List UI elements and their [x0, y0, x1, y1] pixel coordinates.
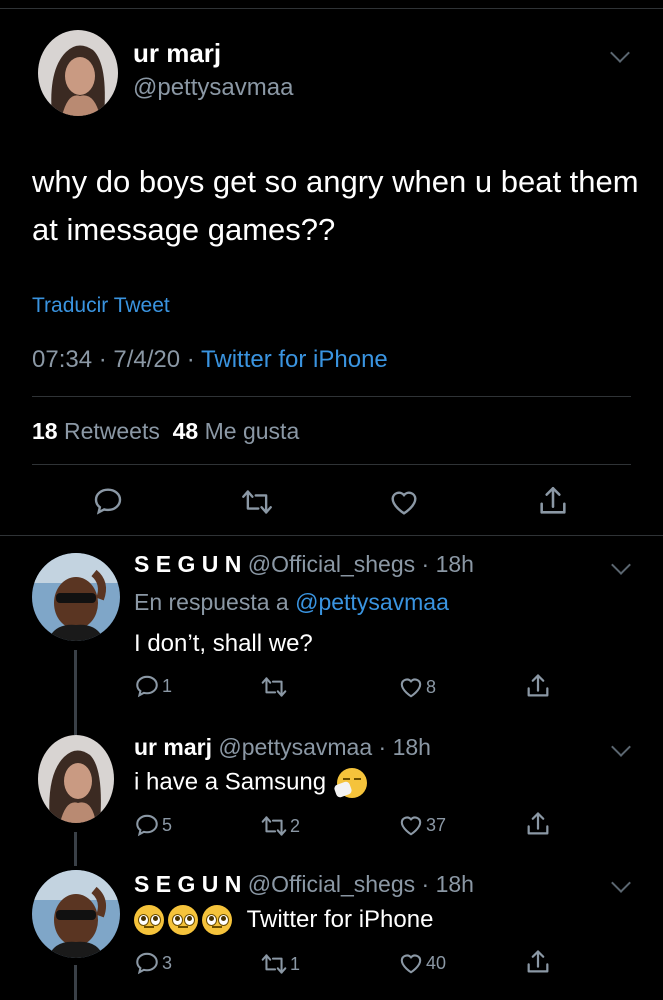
reply-author-name[interactable]: ur marj [134, 734, 212, 760]
chevron-down-icon[interactable] [610, 43, 630, 63]
author-handle[interactable]: @pettysavmaa [133, 74, 293, 102]
top-divider [0, 8, 663, 9]
reply-header: S E G U N @Official_shegs · 18h [134, 551, 474, 577]
reply-context: En respuesta a @pettysavmaa [134, 589, 449, 615]
share-button[interactable] [524, 948, 552, 976]
heart-icon [400, 678, 422, 698]
reply-icon [136, 675, 158, 698]
tweet-stats: 18 Retweets 48 Me gusta [32, 418, 299, 445]
reply-age: 18h [435, 551, 474, 577]
thread-line [74, 713, 77, 735]
reply-count: 3 [162, 952, 173, 973]
chevron-down-icon[interactable] [611, 873, 631, 893]
retweet-icon [261, 954, 287, 974]
sneezing-face-emoji [333, 768, 367, 799]
retweet-count: 2 [290, 815, 301, 836]
avatar[interactable] [38, 735, 114, 823]
share-button[interactable] [536, 484, 570, 518]
like-count: 8 [426, 676, 437, 697]
retweet-button[interactable] [240, 487, 274, 517]
reply-icon [136, 814, 158, 837]
reply-button[interactable]: 1 [134, 673, 172, 699]
stats-divider-top [32, 396, 631, 397]
reply-author-handle[interactable]: @Official_shegs [248, 871, 415, 897]
reply-author-handle[interactable]: @Official_shegs [248, 551, 415, 577]
share-button[interactable] [524, 810, 552, 838]
reply-text: Twitter for iPhone [246, 905, 434, 933]
reply-text: I don’t, shall we? [134, 630, 313, 657]
like-button[interactable]: 8 [398, 674, 436, 700]
reply-count: 1 [162, 675, 173, 696]
reply-header: ur marj @pettysavmaa · 18h [134, 734, 431, 760]
thread-line [74, 965, 77, 1000]
chevron-down-icon[interactable] [611, 555, 631, 575]
like-button[interactable] [388, 486, 420, 518]
tweet-time: 07:34 [32, 346, 93, 373]
reply-author-handle[interactable]: @pettysavmaa [218, 734, 372, 760]
avatar[interactable] [38, 30, 118, 116]
tweet-meta: 07:34 · 7/4/20 · Twitter for iPhone [32, 346, 388, 373]
translate-link[interactable]: Traducir Tweet [32, 294, 170, 318]
avatar[interactable] [32, 553, 120, 641]
share-icon [527, 812, 549, 835]
retweet-count: 1 [290, 953, 301, 974]
reply-icon [136, 952, 158, 975]
reply-age: 18h [392, 734, 431, 760]
retweet-icon [261, 677, 287, 697]
reply-author-name[interactable]: S E G U N [134, 871, 241, 897]
replies-divider [0, 535, 663, 536]
reply-header: S E G U N @Official_shegs · 18h [134, 871, 474, 897]
reply-count: 5 [162, 814, 173, 835]
reply-text-row: Twitter for iPhone [134, 903, 433, 936]
heart-icon [400, 816, 422, 836]
reply-button[interactable]: 5 [134, 812, 172, 838]
reply-button[interactable] [92, 485, 124, 517]
share-icon [540, 486, 566, 514]
heart-icon [400, 954, 422, 974]
eye-roll-emoji [134, 904, 164, 935]
reply-text: i have a Samsung [134, 768, 327, 796]
reply-text-row: i have a Samsung [134, 768, 367, 799]
stats-divider-bottom [32, 464, 631, 465]
share-icon [527, 674, 549, 697]
retweet-button[interactable] [260, 675, 290, 699]
reply-to-handle-link[interactable]: @pettysavmaa [295, 589, 449, 615]
reply-age: 18h [435, 871, 474, 897]
reply-button[interactable]: 3 [134, 950, 172, 976]
retweet-icon [261, 816, 287, 836]
tweet-date: 7/4/20 [113, 346, 181, 373]
chevron-down-icon[interactable] [611, 737, 631, 757]
tweet-text: why do boys get so angry when u beat the… [32, 164, 639, 247]
author-name[interactable]: ur marj [133, 38, 221, 69]
thread-line [74, 832, 77, 866]
eye-roll-emoji [202, 904, 232, 935]
avatar[interactable] [32, 870, 120, 958]
reply-icon [94, 488, 122, 515]
share-button[interactable] [524, 672, 552, 700]
like-button[interactable]: 37 [398, 812, 446, 838]
retweet-icon [242, 490, 272, 514]
retweets-stat[interactable]: 18 Retweets [32, 418, 160, 444]
client-link[interactable]: Twitter for iPhone [201, 346, 388, 373]
heart-icon [391, 491, 417, 515]
retweet-button[interactable]: 1 [260, 952, 300, 976]
share-icon [527, 950, 549, 973]
like-count: 40 [426, 952, 447, 973]
like-count: 37 [426, 814, 447, 835]
likes-stat[interactable]: 48 Me gusta [173, 418, 300, 444]
eye-roll-emoji [168, 904, 198, 935]
retweet-button[interactable]: 2 [260, 814, 300, 838]
like-button[interactable]: 40 [398, 950, 446, 976]
reply-author-name[interactable]: S E G U N [134, 551, 241, 577]
